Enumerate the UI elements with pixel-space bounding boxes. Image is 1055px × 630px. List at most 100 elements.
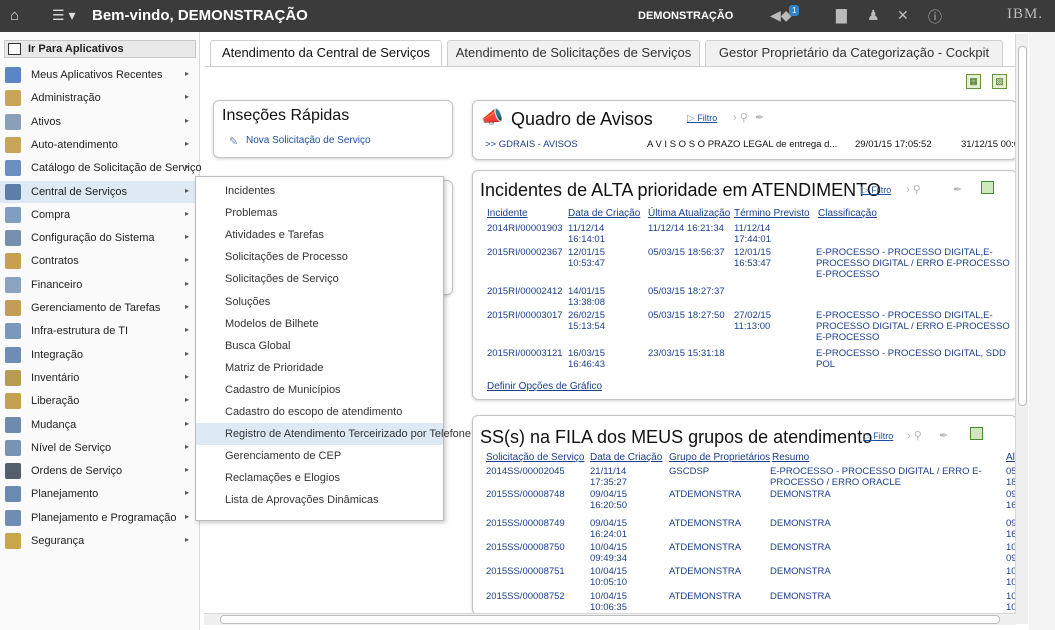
- col-owner-group[interactable]: Grupo de Proprietários: [669, 452, 770, 463]
- col-updated[interactable]: Última Atualização: [648, 208, 730, 219]
- tools-icon[interactable]: ✕: [897, 7, 909, 24]
- submenu-item-label: Gerenciamento de CEP: [225, 450, 342, 463]
- submenu-item[interactable]: Incidentes: [196, 180, 443, 202]
- menu-item[interactable]: Ativos ▸: [0, 111, 200, 133]
- menu-item-label: Planejamento: [31, 488, 99, 501]
- submenu-item[interactable]: Lista de Aprovações Dinâmicas: [196, 489, 443, 511]
- col-classification[interactable]: Classificação: [818, 208, 877, 219]
- bulletin-filter-link[interactable]: ▷ Filtro: [687, 113, 717, 124]
- vertical-scroll-thumb[interactable]: [1018, 46, 1027, 406]
- help-icon[interactable]: ⓘ: [928, 7, 942, 27]
- submenu-item[interactable]: Soluções: [196, 291, 443, 313]
- notification-badge: 1: [789, 5, 800, 16]
- menu-item[interactable]: Gerenciamento de Tarefas ▸: [0, 297, 200, 319]
- tab-service-desk[interactable]: Atendimento da Central de Serviços: [210, 40, 442, 66]
- menu-item[interactable]: Liberação ▸: [0, 390, 200, 412]
- menu-icon[interactable]: ☰ ▾: [52, 7, 75, 24]
- submenu-item[interactable]: Solicitações de Serviço: [196, 268, 443, 290]
- submenu-item-label: Lista de Aprovações Dinâmicas: [225, 494, 379, 507]
- col-due[interactable]: Término Previsto: [734, 208, 810, 219]
- queue-refresh-icon[interactable]: [970, 427, 983, 440]
- col-service-request[interactable]: Solicitação de Serviço: [486, 452, 584, 463]
- bulletin-clear-icon[interactable]: ✒: [755, 111, 764, 124]
- chevron-right-icon: ▸: [185, 115, 190, 125]
- bulletin-search-icon[interactable]: › ⚲: [733, 111, 748, 124]
- menu-item[interactable]: Administração ▸: [0, 87, 200, 109]
- submenu-item[interactable]: Cadastro do escopo de atendimento: [196, 401, 443, 423]
- queue-filter-link[interactable]: ▷ Filtro: [863, 431, 893, 442]
- menu-item[interactable]: Integração ▸: [0, 344, 200, 366]
- submenu-item[interactable]: Gerenciamento de CEP: [196, 445, 443, 467]
- go-to-applications-header[interactable]: Ir Para Aplicativos: [4, 40, 196, 58]
- cell-id[interactable]: 2015SS/00008748: [486, 489, 565, 500]
- cell-group: ATDEMONSTRA: [669, 489, 742, 500]
- cell-id[interactable]: 2015SS/00008752: [486, 591, 565, 602]
- menu-item[interactable]: Financeiro ▸: [0, 274, 200, 296]
- menu-item-icon: [5, 369, 21, 386]
- submenu-item[interactable]: Atividades e Tarefas: [196, 224, 443, 246]
- cell-summary: DEMONSTRA: [770, 518, 831, 529]
- cell-created: 10/04/15 09:49:34: [590, 542, 627, 564]
- cell-id[interactable]: 2015SS/00008751: [486, 566, 565, 577]
- menu-item[interactable]: Central de Serviços ▸: [0, 180, 200, 203]
- submenu-item[interactable]: Matriz de Prioridade: [196, 357, 443, 379]
- submenu-item[interactable]: Solicitações de Processo: [196, 246, 443, 268]
- horizontal-scrollbar[interactable]: [204, 613, 1016, 625]
- cell-id[interactable]: 2015SS/00008749: [486, 518, 565, 529]
- menu-item[interactable]: Configuração do Sistema ▸: [0, 227, 200, 249]
- menu-item[interactable]: Catálogo de Solicitação de Serviço ▸: [0, 157, 202, 179]
- add-portlet-icon[interactable]: ▦: [966, 74, 981, 89]
- profile-icon[interactable]: ♟: [867, 7, 880, 24]
- submenu-item[interactable]: Problemas: [196, 202, 443, 224]
- layout-icon[interactable]: ▧: [992, 74, 1007, 89]
- menu-item[interactable]: Infra-estrutura de TI ▸: [0, 320, 200, 342]
- new-service-request-link[interactable]: Nova Solicitação de Serviço: [246, 135, 371, 146]
- incidents-search-icon[interactable]: › ⚲: [906, 183, 921, 196]
- horizontal-scroll-thumb[interactable]: [220, 615, 1000, 624]
- menu-item[interactable]: Inventário ▸: [0, 367, 200, 389]
- chart-icon[interactable]: ▇: [836, 7, 847, 24]
- user-name[interactable]: DEMONSTRAÇÃO: [638, 10, 733, 22]
- col-incident[interactable]: Incidente: [487, 208, 528, 219]
- tab-categorization-cockpit[interactable]: Gestor Proprietário da Categorização - C…: [705, 40, 1003, 66]
- cell-id[interactable]: 2014SS/00002045: [486, 466, 565, 477]
- col-summary[interactable]: Resumo: [772, 452, 809, 463]
- menu-item[interactable]: Segurança ▸: [0, 530, 200, 552]
- menu-item[interactable]: Auto-atendimento ▸: [0, 134, 200, 156]
- menu-item[interactable]: Meus Aplicativos Recentes ▸: [0, 64, 200, 86]
- cell-id[interactable]: 2015SS/00008750: [486, 542, 565, 553]
- menu-item-label: Mudança: [31, 418, 77, 431]
- menu-item[interactable]: Nível de Serviço ▸: [0, 437, 200, 459]
- col-created[interactable]: Data de Criação: [590, 452, 662, 463]
- menu-item-icon: [5, 416, 21, 433]
- submenu-item[interactable]: Cadastro de Municípios: [196, 379, 443, 401]
- tab-service-requests[interactable]: Atendimento de Solicitações de Serviços: [447, 40, 700, 66]
- menu-item[interactable]: Planejamento e Programação ▸: [0, 507, 200, 529]
- incidents-refresh-icon[interactable]: [981, 181, 994, 194]
- queue-clear-icon[interactable]: ✒: [939, 429, 948, 442]
- chevron-right-icon: ▸: [185, 92, 190, 102]
- bulletin-subject[interactable]: A V I S O S O PRAZO LEGAL de entrega d..…: [647, 139, 837, 150]
- submenu-item[interactable]: Reclamações e Elogios: [196, 467, 443, 489]
- menu-item[interactable]: Contratos ▸: [0, 250, 200, 272]
- incidents-filter-link[interactable]: ▷ Filtro: [861, 185, 891, 196]
- cell-group: ATDEMONSTRA: [669, 542, 742, 553]
- chart-options-link[interactable]: Definir Opções de Gráfico: [487, 381, 602, 392]
- menu-item[interactable]: Mudança ▸: [0, 414, 200, 436]
- submenu-item[interactable]: Modelos de Bilhete: [196, 313, 443, 335]
- col-created[interactable]: Data de Criação: [568, 208, 640, 219]
- menu-item-icon: [5, 276, 21, 293]
- queue-search-icon[interactable]: › ⚲: [907, 429, 922, 442]
- chevron-right-icon: ▸: [185, 185, 190, 195]
- col-extra[interactable]: Al: [1006, 452, 1015, 463]
- menu-item[interactable]: Ordens de Serviço ▸: [0, 460, 200, 482]
- vertical-scrollbar[interactable]: [1015, 34, 1028, 624]
- incidents-clear-icon[interactable]: ✒: [953, 183, 962, 196]
- menu-item[interactable]: Compra ▸: [0, 204, 200, 226]
- submenu-item[interactable]: Registro de Atendimento Terceirizado por…: [196, 423, 471, 446]
- bulletin-source[interactable]: >> GDRAIS - AVISOS: [485, 139, 578, 150]
- menu-item-icon: [5, 113, 21, 130]
- menu-item[interactable]: Planejamento ▸: [0, 483, 200, 505]
- submenu-item[interactable]: Busca Global: [196, 335, 443, 357]
- home-icon[interactable]: ⌂: [10, 7, 28, 25]
